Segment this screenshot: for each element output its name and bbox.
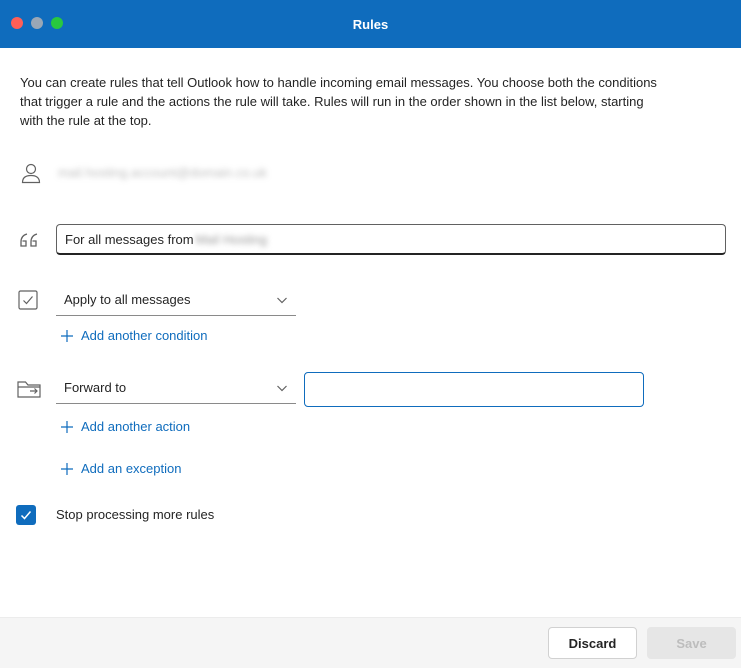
footer-bar: Discard Save <box>0 617 741 668</box>
add-condition-link[interactable]: Add another condition <box>61 328 207 343</box>
quote-icon <box>20 233 38 247</box>
rules-window: Rules You can create rules that tell Out… <box>0 0 741 668</box>
title-bar: Rules <box>0 0 741 48</box>
close-window-button[interactable] <box>11 17 23 29</box>
plus-icon <box>61 462 73 475</box>
discard-button[interactable]: Discard <box>548 627 637 659</box>
condition-checkbox-icon <box>18 290 38 310</box>
maximize-window-button[interactable] <box>51 17 63 29</box>
add-condition-label: Add another condition <box>81 328 208 343</box>
action-selected: Forward to <box>64 380 127 395</box>
forward-recipient-input[interactable] <box>304 372 644 407</box>
save-button[interactable]: Save <box>647 627 736 659</box>
chevron-down-icon <box>277 297 287 304</box>
minimize-window-button[interactable] <box>31 17 43 29</box>
folder-arrow-icon <box>17 381 41 398</box>
add-exception-link[interactable]: Add an exception <box>61 461 181 476</box>
person-icon <box>21 163 41 184</box>
condition-selected: Apply to all messages <box>64 292 191 307</box>
stop-processing-label: Stop processing more rules <box>56 507 215 522</box>
rule-name-redacted: Mail Hosting <box>195 231 268 247</box>
action-dropdown[interactable]: Forward to <box>56 372 296 404</box>
plus-icon <box>61 420 73 433</box>
stop-processing-checkbox[interactable] <box>16 505 36 525</box>
rule-name-input[interactable]: For all messages from Mail Hosting <box>56 224 726 255</box>
chevron-down-icon <box>277 385 287 392</box>
add-action-label: Add another action <box>81 419 191 434</box>
window-controls <box>11 17 63 29</box>
add-exception-label: Add an exception <box>81 461 182 476</box>
account-email: mail.hosting.account@domain.co.uk <box>58 165 268 180</box>
rule-name-text: For all messages from <box>65 231 194 247</box>
add-action-link[interactable]: Add another action <box>61 419 190 434</box>
plus-icon <box>61 329 73 342</box>
condition-dropdown[interactable]: Apply to all messages <box>56 284 296 316</box>
window-title: Rules <box>352 16 389 32</box>
checkmark-icon <box>20 511 32 520</box>
intro-text: You can create rules that tell Outlook h… <box>20 75 657 128</box>
